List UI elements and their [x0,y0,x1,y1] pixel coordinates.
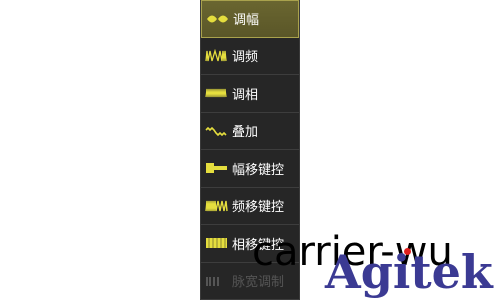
menu-item-fsk[interactable]: 频移键控 [201,188,299,225]
sum-wave-icon [205,124,229,138]
pm-wave-icon [205,86,229,100]
menu-item-label: 幅移键控 [232,162,285,178]
psk-wave-icon [205,236,229,250]
brand-logo: Agitek [325,245,493,299]
am-wave-icon [206,12,230,26]
pwm-wave-icon [205,274,229,288]
ask-wave-icon [205,161,229,175]
menu-item-pm[interactable]: 调相 [201,75,299,113]
fsk-wave-icon [205,199,229,213]
menu-item-am[interactable]: 调幅 [201,0,299,38]
menu-item-ask[interactable]: 幅移键控 [201,150,299,188]
menu-item-label: 调相 [232,87,259,103]
menu-item-label: 频移键控 [232,200,285,216]
fm-wave-icon [205,48,229,63]
menu-item-label: 调频 [232,50,259,66]
menu-item-label: 调幅 [233,13,260,29]
menu-item-sum[interactable]: 叠加 [201,113,299,150]
menu-item-fm[interactable]: 调频 [201,38,299,75]
menu-item-label: 叠加 [232,125,259,141]
